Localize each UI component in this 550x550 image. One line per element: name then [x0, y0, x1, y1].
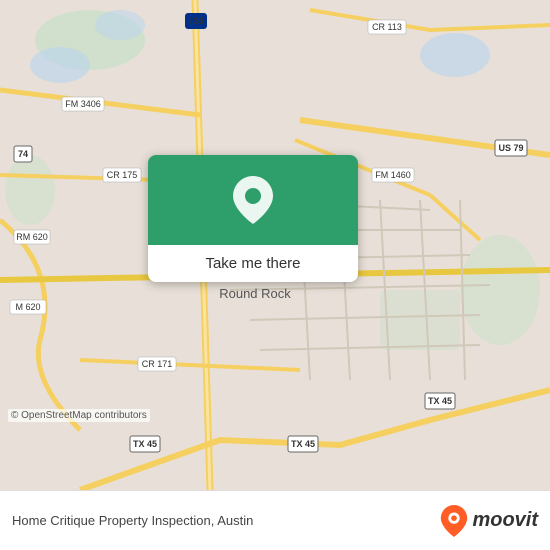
svg-text:CR 175: CR 175: [107, 170, 138, 180]
popup-header: [148, 155, 358, 245]
moovit-brand-text: moovit: [472, 509, 538, 532]
location-pin-icon: [233, 176, 273, 224]
svg-text:Round Rock: Round Rock: [219, 286, 291, 301]
svg-text:TX 45: TX 45: [291, 439, 315, 449]
take-me-there-button[interactable]: Take me there: [148, 245, 358, 282]
svg-text:US 79: US 79: [498, 143, 523, 153]
svg-text:TX 45: TX 45: [133, 439, 157, 449]
business-info: Home Critique Property Inspection, Austi…: [12, 513, 253, 528]
svg-text:I 35: I 35: [188, 16, 203, 26]
bottom-bar: Home Critique Property Inspection, Austi…: [0, 490, 550, 550]
svg-text:74: 74: [18, 149, 28, 159]
moovit-pin-icon: [440, 505, 468, 537]
map-container: I 35 CR 113 FM 3406 74 CR 175 FM 1460 US…: [0, 0, 550, 490]
svg-text:FM 1460: FM 1460: [375, 170, 411, 180]
copyright-text: © OpenStreetMap contributors: [8, 409, 150, 422]
svg-text:FM 3406: FM 3406: [65, 99, 101, 109]
svg-text:CR 171: CR 171: [142, 359, 173, 369]
svg-text:RM 620: RM 620: [16, 232, 48, 242]
popup-card[interactable]: Take me there: [148, 155, 358, 282]
svg-text:M 620: M 620: [15, 302, 40, 312]
moovit-logo: moovit: [440, 505, 538, 537]
svg-text:CR 113: CR 113: [372, 22, 402, 32]
svg-text:TX 45: TX 45: [428, 396, 452, 406]
